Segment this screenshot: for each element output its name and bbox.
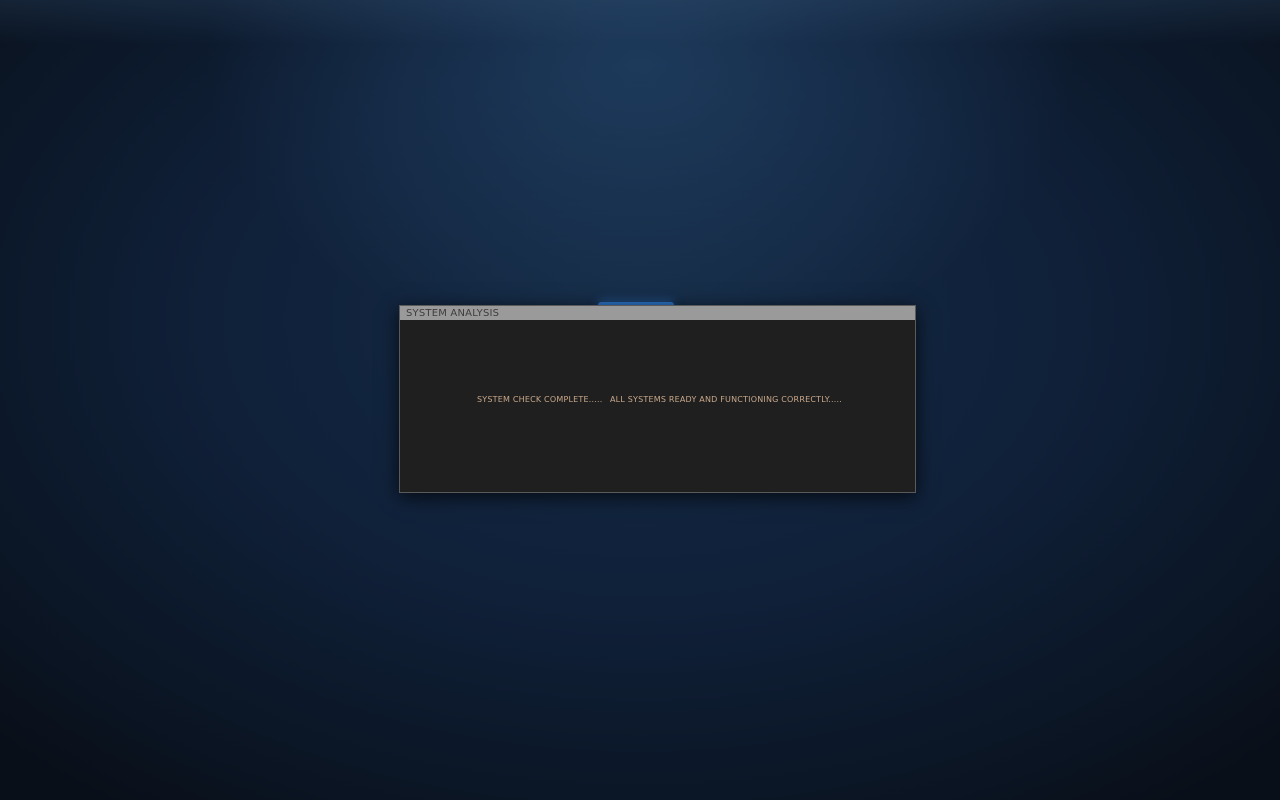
system-analysis-dialog: SYSTEM ANALYSIS SYSTEM CHECK COMPLETE...… bbox=[399, 305, 916, 493]
dialog-titlebar[interactable]: SYSTEM ANALYSIS bbox=[400, 306, 915, 320]
background-haze bbox=[0, 0, 1280, 44]
status-message-check: SYSTEM CHECK COMPLETE..... bbox=[477, 395, 603, 404]
dialog-body: SYSTEM CHECK COMPLETE..... ALL SYSTEMS R… bbox=[400, 320, 915, 492]
dialog-title: SYSTEM ANALYSIS bbox=[406, 308, 500, 319]
status-message-ready: ALL SYSTEMS READY AND FUNCTIONING CORREC… bbox=[610, 395, 842, 404]
